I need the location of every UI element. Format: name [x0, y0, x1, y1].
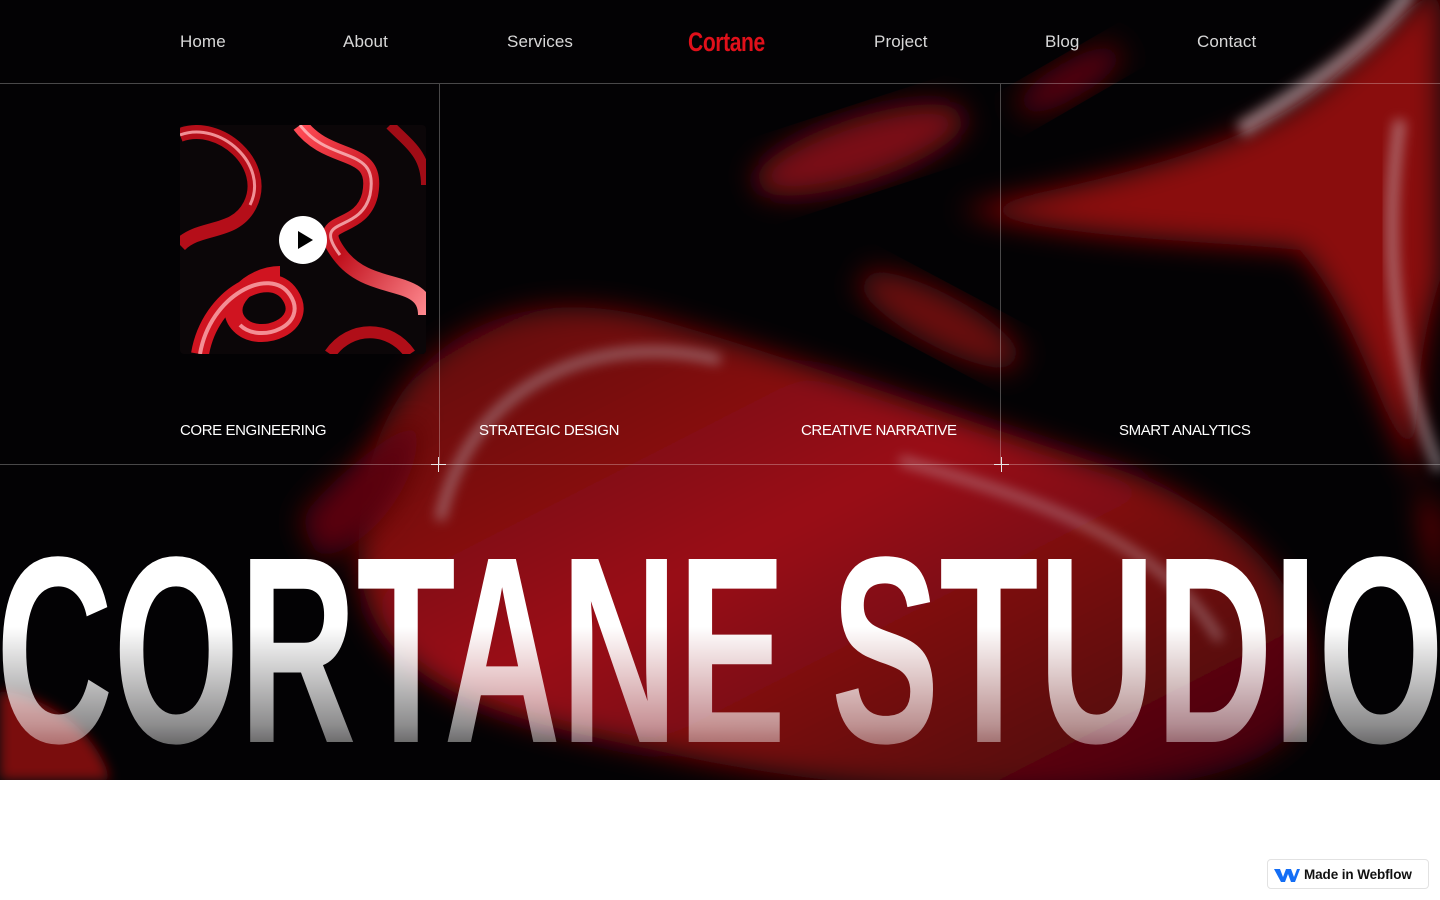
- nav-link-project[interactable]: Project: [874, 31, 928, 53]
- play-icon: [298, 231, 313, 249]
- nav-link-blog[interactable]: Blog: [1045, 31, 1079, 53]
- badge-label: Made in Webflow: [1304, 867, 1412, 882]
- hero-section: Home About Services Cortane Project Blog…: [0, 0, 1440, 780]
- grid-divider: [439, 84, 440, 464]
- service-label-smart-analytics: SMART ANALYTICS: [1119, 422, 1251, 439]
- made-in-webflow-badge[interactable]: Made in Webflow: [1267, 859, 1429, 889]
- service-label-core-engineering: CORE ENGINEERING: [180, 422, 327, 439]
- plus-icon: [994, 457, 1009, 472]
- top-navigation: Home About Services Cortane Project Blog…: [0, 0, 1440, 84]
- hero-title-text: CORTANE STUDIO: [0, 520, 1440, 780]
- nav-link-contact[interactable]: Contact: [1197, 31, 1256, 53]
- webflow-icon: [1274, 869, 1300, 882]
- hero-title: CORTANE STUDIO: [0, 520, 1440, 780]
- service-label-creative-narrative: CREATIVE NARRATIVE: [801, 422, 957, 439]
- grid-divider: [1000, 84, 1001, 464]
- play-button[interactable]: [279, 216, 327, 264]
- nav-link-home[interactable]: Home: [180, 31, 226, 53]
- nav-link-services[interactable]: Services: [507, 31, 573, 53]
- nav-link-about[interactable]: About: [343, 31, 388, 53]
- brand-logo[interactable]: Cortane: [688, 26, 765, 58]
- grid-divider: [0, 464, 1440, 465]
- plus-icon: [431, 457, 446, 472]
- service-label-strategic-design: STRATEGIC DESIGN: [479, 422, 620, 439]
- hero-title-graphic: CORTANE STUDIO: [0, 520, 1440, 780]
